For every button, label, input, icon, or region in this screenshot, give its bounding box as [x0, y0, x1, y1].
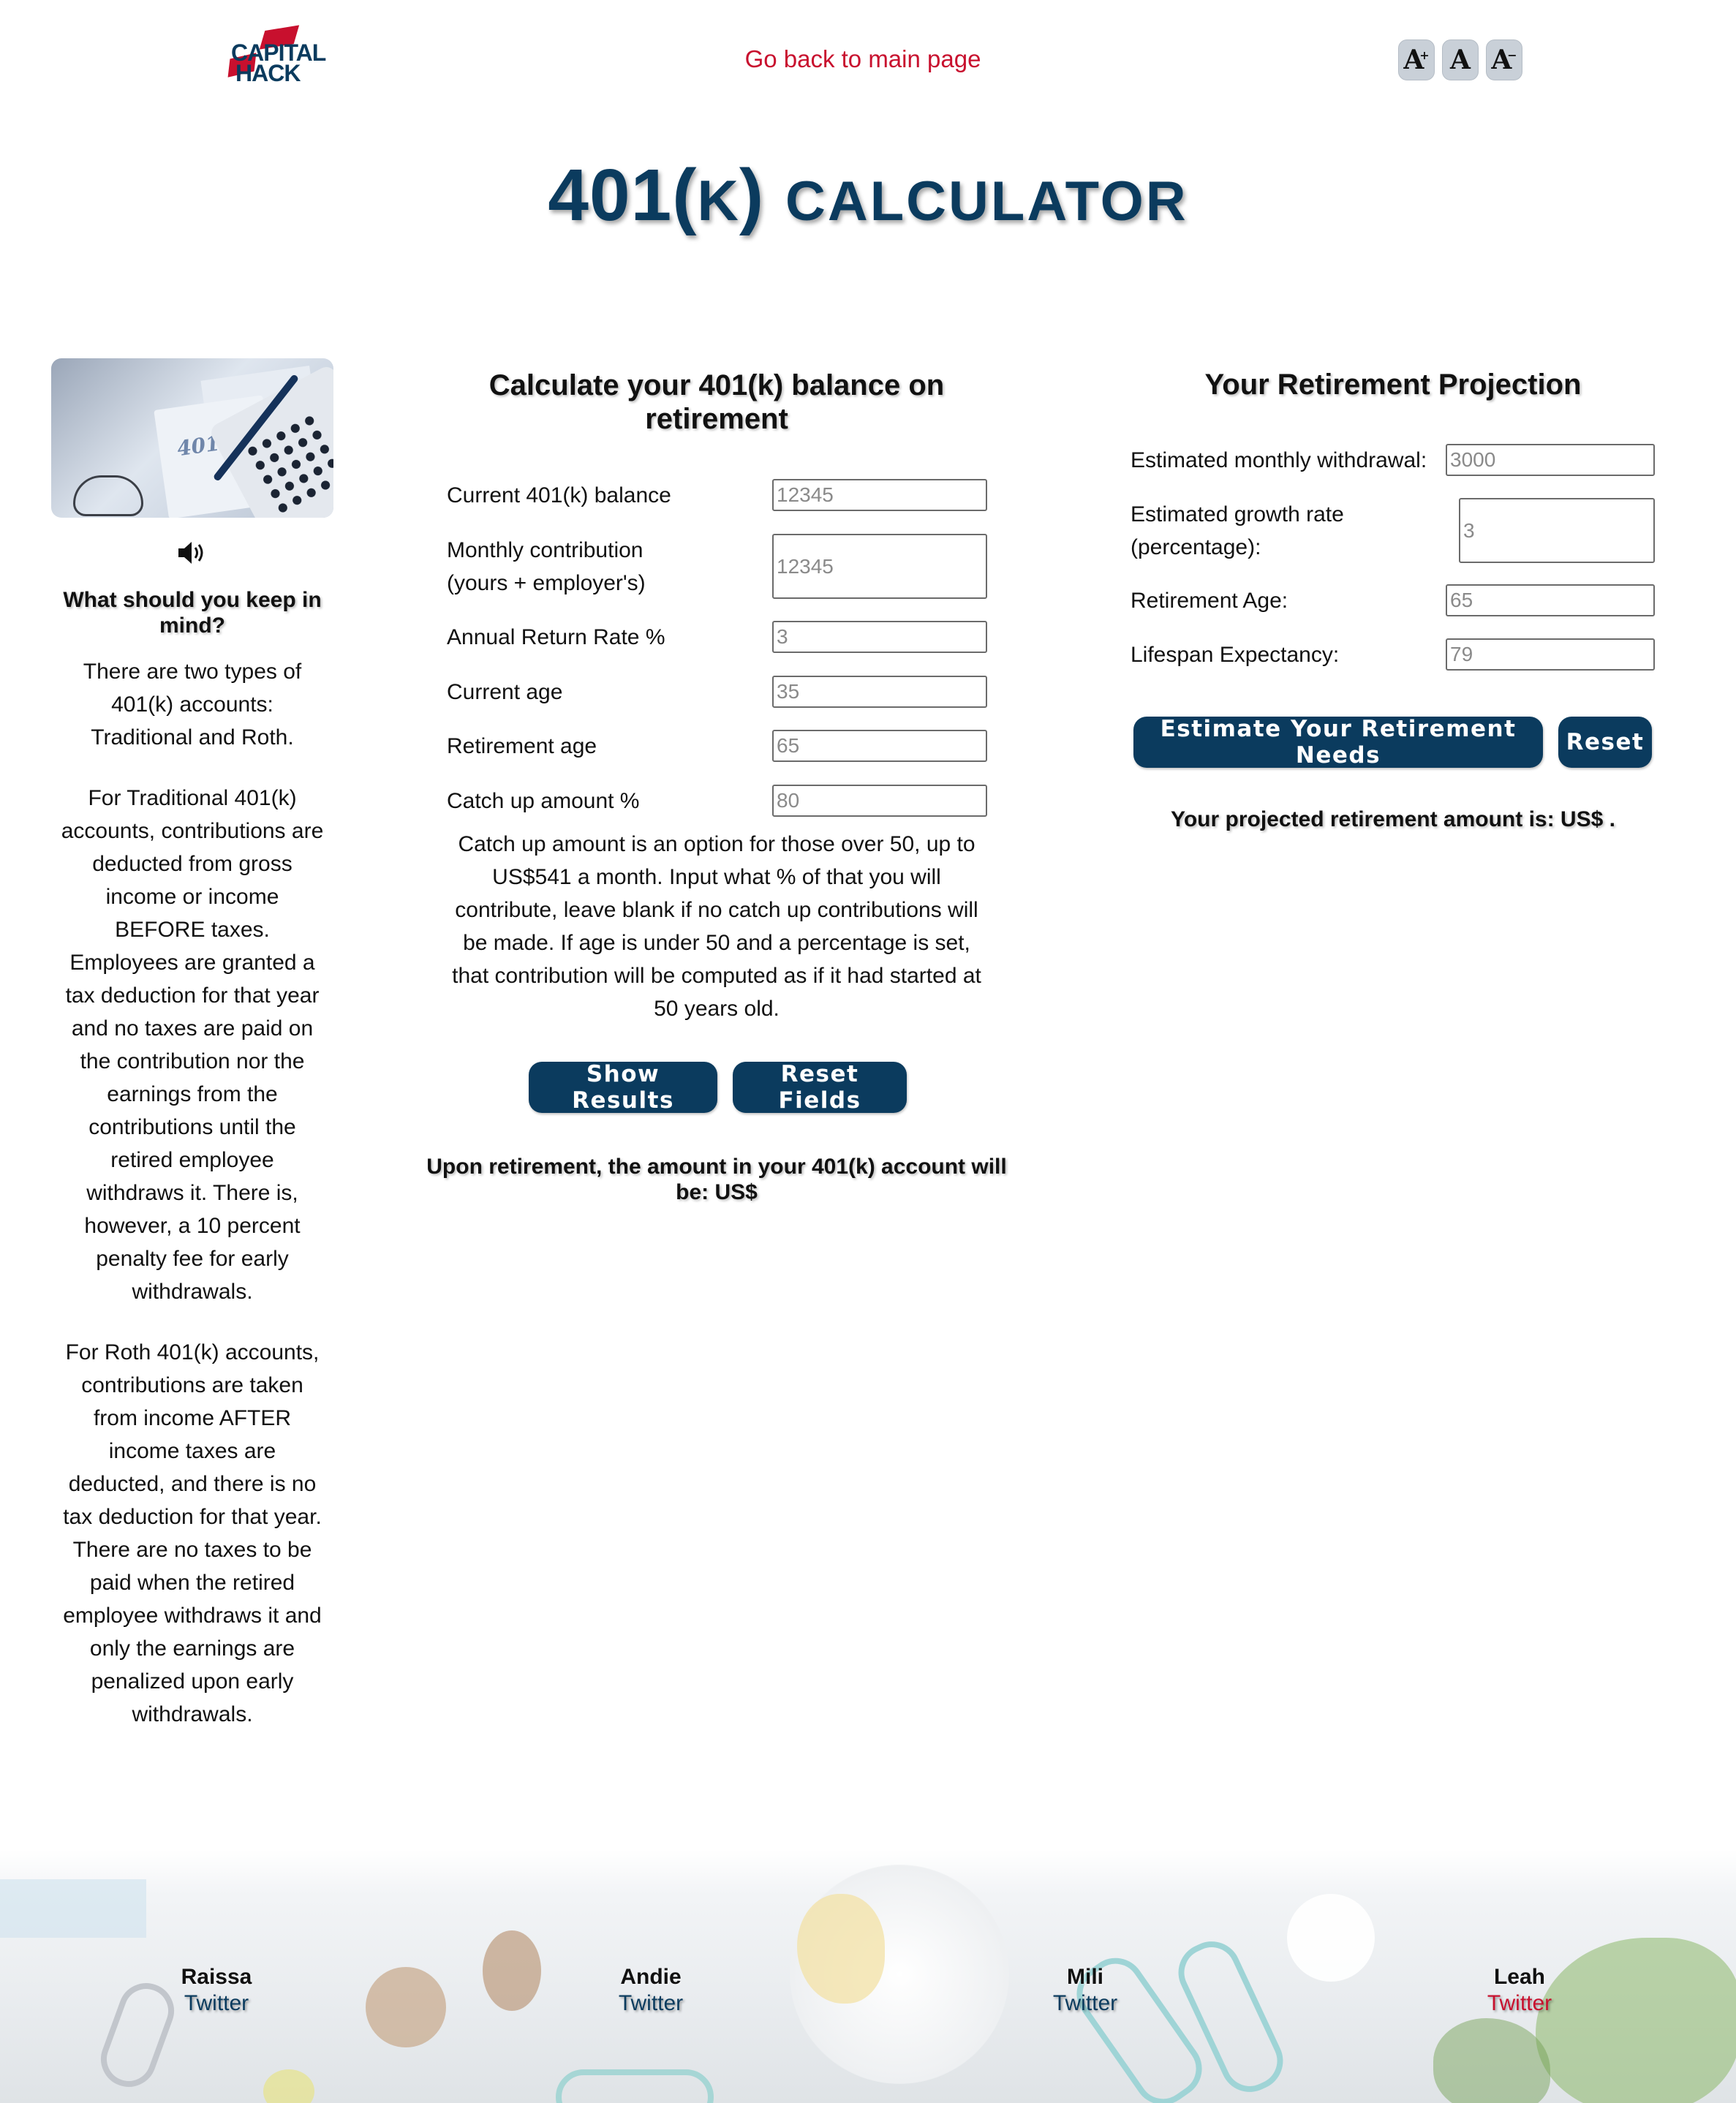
current-balance-input[interactable] [772, 479, 987, 511]
twitter-link[interactable]: Twitter [1424, 1990, 1615, 2017]
footer-decoration [483, 1930, 541, 2011]
info-paragraph: For Roth 401(k) accounts, contributions … [63, 1340, 322, 1726]
back-to-main-link[interactable]: Go back to main page [673, 45, 1053, 73]
balance-result-text: Upon retirement, the amount in your 401(… [426, 1155, 1007, 1204]
annual-return-label: Annual Return Rate % [447, 625, 665, 649]
footer-decoration [1536, 1938, 1736, 2103]
twitter-link[interactable]: Twitter [556, 1990, 746, 2017]
lifespan-input[interactable] [1446, 638, 1655, 671]
keep-in-mind-text: There are two types of 401(k) accounts: … [60, 655, 325, 1759]
twitter-link[interactable]: Twitter [990, 1990, 1180, 2017]
credit-name: Raissa [181, 1965, 252, 1989]
monthly-withdrawal-input[interactable] [1446, 444, 1655, 476]
catch-up-label: Catch up amount % [447, 789, 640, 813]
keep-in-mind-heading: What should you keep in mind? [63, 588, 322, 638]
logo-text-bottom: HACK [235, 60, 301, 86]
footer-decoration [1433, 2018, 1550, 2103]
credit-name: Leah [1493, 1965, 1546, 1989]
monthly-contribution-label: Monthly contribution (yours + employer's… [447, 538, 646, 595]
footer-decoration [366, 1967, 446, 2047]
credit-raissa: Raissa Twitter [121, 1964, 312, 2017]
footer: Raissa Twitter Andie Twitter Mili Twitte… [0, 1850, 1736, 2103]
credit-leah: Leah Twitter [1424, 1964, 1615, 2017]
page-title: 401(K) CALCULATOR [0, 154, 1736, 238]
paperclip-decoration [556, 2069, 714, 2103]
retirement-age-input[interactable] [772, 730, 987, 762]
speaker-icon[interactable] [176, 540, 208, 566]
calculator-photo: 401k [51, 358, 333, 518]
annual-return-input[interactable] [772, 621, 987, 653]
footer-decoration [797, 1894, 885, 2004]
footer-decoration [1287, 1894, 1375, 1982]
footer-decoration [263, 2069, 314, 2103]
twitter-link[interactable]: Twitter [121, 1990, 312, 2017]
capital-hack-logo[interactable]: CAPITAL HACK [219, 25, 326, 86]
current-age-label: Current age [447, 680, 563, 704]
retirement-age-label: Retirement age [447, 734, 597, 758]
growth-rate-label: Estimated growth rate (percentage): [1131, 502, 1344, 559]
info-paragraph: For Traditional 401(k) accounts, contrib… [61, 786, 324, 1304]
lifespan-label: Lifespan Expectancy: [1131, 643, 1340, 667]
catch-up-input[interactable] [772, 785, 987, 817]
calculator-heading: Calculate your 401(k) balance on retirem… [488, 369, 945, 435]
title-k: K [697, 168, 739, 233]
current-age-input[interactable] [772, 676, 987, 708]
projection-result-text: Your projected retirement amount is: US$… [1171, 807, 1615, 831]
credit-name: Mili [1067, 1965, 1103, 1989]
footer-decoration [0, 1879, 146, 1938]
font-decrease-button[interactable]: A − [1486, 39, 1522, 80]
font-reset-icon: A [1450, 45, 1471, 75]
title-calculator: CALCULATOR [785, 170, 1188, 233]
current-balance-label: Current 401(k) balance [447, 483, 671, 507]
projection-heading: Your Retirement Projection [1204, 369, 1582, 401]
credit-andie: Andie Twitter [556, 1964, 746, 2017]
credit-name: Andie [620, 1965, 682, 1989]
info-paragraph: There are two types of 401(k) accounts: … [83, 660, 302, 750]
minus-glyph: − [1507, 48, 1517, 62]
font-increase-button[interactable]: A + [1398, 39, 1435, 80]
font-reset-button[interactable]: A [1442, 39, 1479, 80]
growth-rate-input[interactable] [1459, 498, 1655, 563]
catch-up-note: Catch up amount is an option for those o… [452, 832, 981, 1021]
estimate-needs-button[interactable]: Estimate Your Retirement Needs [1133, 716, 1543, 769]
credit-mili: Mili Twitter [990, 1964, 1180, 2017]
plus-glyph: + [1419, 48, 1430, 62]
title-part-1: 401( [548, 154, 698, 236]
proj-retirement-age-label: Retirement Age: [1131, 589, 1288, 613]
reset-fields-button[interactable]: Reset Fields [733, 1061, 907, 1114]
monthly-contribution-input[interactable] [772, 534, 987, 599]
show-results-button[interactable]: Show Results [529, 1061, 717, 1114]
title-part-2: ) [739, 154, 765, 236]
monthly-withdrawal-label: Estimated monthly withdrawal: [1131, 448, 1427, 472]
projection-reset-button[interactable]: Reset [1558, 717, 1652, 768]
proj-retirement-age-input[interactable] [1446, 584, 1655, 616]
